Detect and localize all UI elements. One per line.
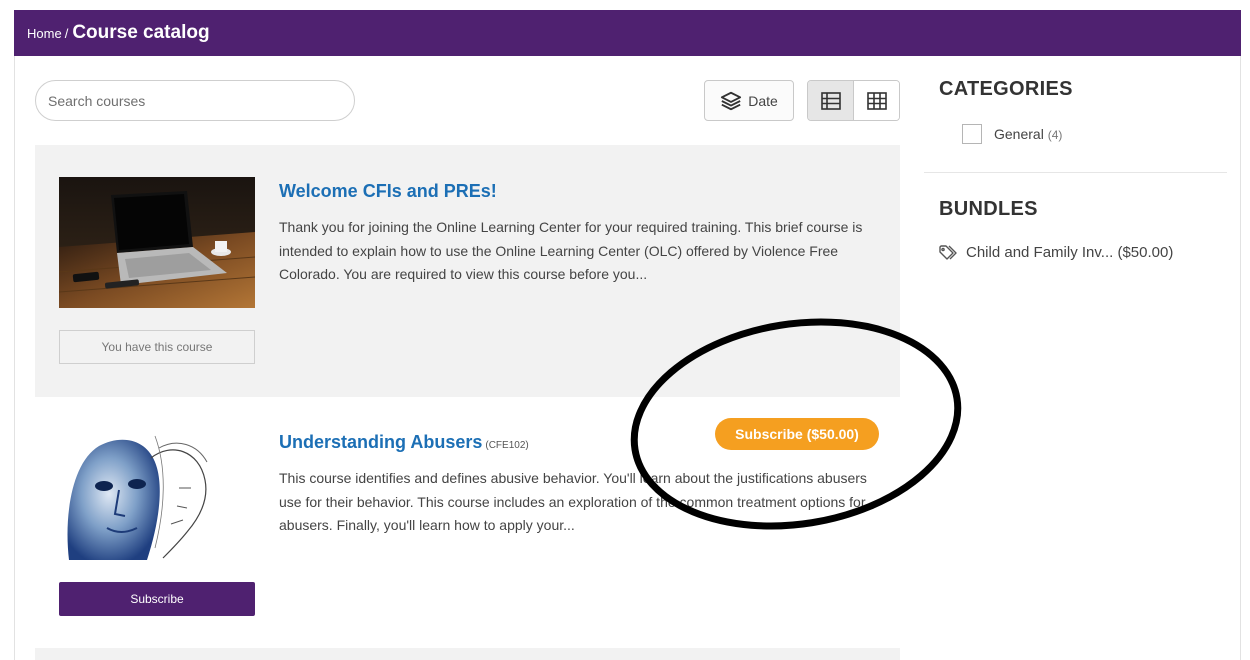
subscribe-price-button[interactable]: Subscribe ($50.00): [715, 418, 879, 450]
bundles-heading: BUNDLES: [939, 198, 1038, 220]
course-title-link[interactable]: Welcome CFIs and PREs!: [279, 181, 497, 202]
breadcrumb-separator: /: [64, 25, 69, 41]
breadcrumb: Home / Course catalog: [14, 10, 1241, 56]
course-card: [35, 648, 900, 660]
layers-icon: [721, 91, 742, 110]
list-view-button[interactable]: [808, 81, 853, 120]
grid-view-icon: [866, 91, 887, 110]
view-toggle: [807, 80, 900, 121]
sort-date-button[interactable]: Date: [704, 80, 794, 121]
course-card: Welcome CFIs and PREs! Thank you for joi…: [35, 145, 900, 397]
course-thumbnail-laptop[interactable]: [59, 177, 255, 308]
owned-course-button[interactable]: You have this course: [59, 330, 255, 364]
category-label: General: [994, 126, 1044, 142]
course-description: This course identifies and defines abusi…: [279, 470, 867, 533]
page-title: Course catalog: [72, 22, 210, 43]
breadcrumb-home-link[interactable]: Home: [27, 26, 62, 41]
course-description: Thank you for joining the Online Learnin…: [279, 219, 863, 282]
search-input[interactable]: [35, 80, 355, 121]
course-title-link[interactable]: Understanding Abusers (CFE102): [279, 432, 529, 453]
grid-view-button[interactable]: [853, 81, 899, 120]
course-thumbnail-faces[interactable]: [59, 428, 255, 560]
sort-label: Date: [748, 92, 778, 109]
tag-icon: [939, 244, 957, 260]
course-card: Understanding Abusers (CFE102) This cours…: [35, 398, 900, 643]
categories-heading: CATEGORIES: [939, 78, 1073, 100]
list-view-icon: [820, 91, 841, 110]
course-title-text: Understanding Abusers: [279, 432, 483, 452]
bundle-item[interactable]: Child and Family Inv... ($50.00): [939, 244, 1173, 261]
sidebar-divider: [924, 172, 1227, 173]
category-count: (4): [1047, 128, 1063, 142]
bundle-label: Child and Family Inv... ($50.00): [966, 244, 1174, 261]
course-code: (CFE102): [485, 440, 529, 451]
subscribe-button[interactable]: Subscribe: [59, 582, 255, 616]
category-item-general[interactable]: General (4): [962, 124, 1062, 144]
category-checkbox[interactable]: [962, 124, 982, 144]
